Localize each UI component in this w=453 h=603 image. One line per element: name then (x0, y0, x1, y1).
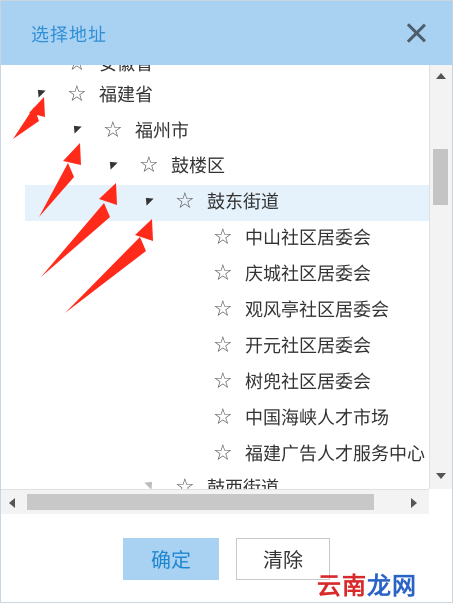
watermark: 云南龙网 (317, 572, 417, 600)
dialog-title: 选择地址 (31, 25, 107, 46)
horizontal-scrollbar[interactable] (1, 489, 429, 514)
select-address-dialog: 选择地址 ☆安徽省 ☆福建省 ☆福州市 ☆鼓楼区 ☆鼓东街道 ☆中山社区 (0, 0, 453, 603)
annotation-arrow (41, 203, 110, 277)
scroll-thumb[interactable] (27, 494, 374, 510)
scroll-thumb[interactable] (433, 149, 448, 205)
vertical-scrollbar[interactable] (429, 65, 452, 489)
dialog-header: 选择地址 (1, 1, 452, 65)
confirm-button[interactable]: 确定 (123, 538, 219, 580)
annotation-arrow (65, 237, 146, 313)
scroll-right-icon[interactable] (411, 498, 417, 508)
scroll-down-icon[interactable] (436, 473, 446, 479)
scroll-up-icon[interactable] (436, 73, 446, 79)
annotation-arrows (13, 97, 153, 313)
close-icon[interactable] (402, 19, 430, 47)
annotation-arrow (39, 163, 74, 217)
address-tree: ☆安徽省 ☆福建省 ☆福州市 ☆鼓楼区 ☆鼓东街道 ☆中山社区居委会 ☆庆城社区… (1, 65, 429, 489)
clear-button[interactable]: 清除 (236, 538, 330, 580)
scroll-left-icon[interactable] (9, 498, 15, 508)
